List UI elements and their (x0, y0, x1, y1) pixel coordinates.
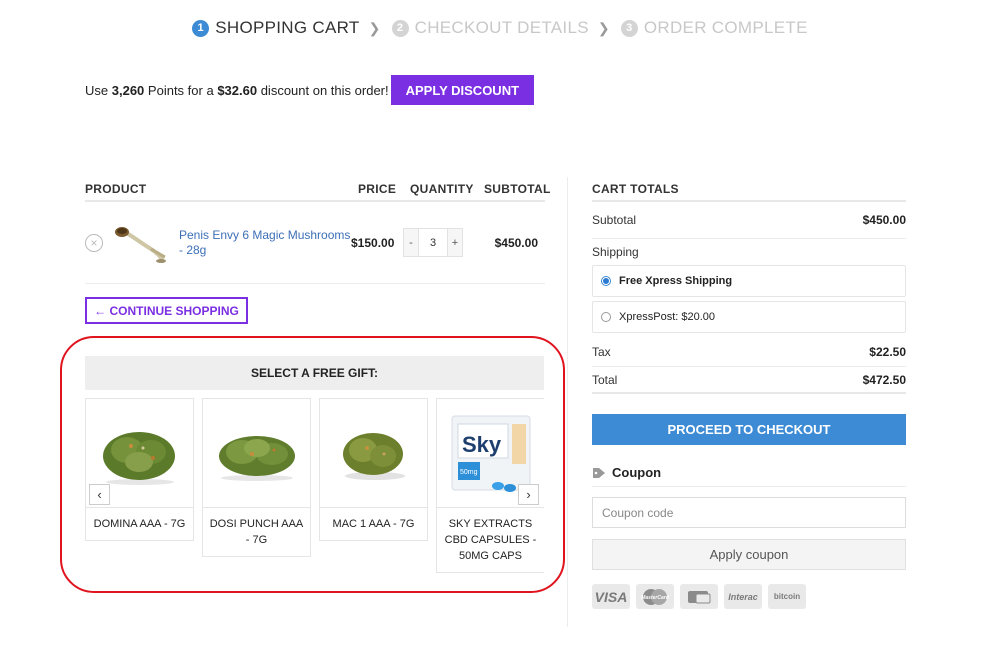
cart-table: PRODUCT PRICE QUANTITY SUBTOTAL × Penis … (85, 177, 551, 284)
cannabis-bud-image (102, 432, 175, 485)
cart-table-header: PRODUCT PRICE QUANTITY SUBTOTAL (85, 177, 551, 202)
proceed-to-checkout-button[interactable]: PROCEED TO CHECKOUT (592, 414, 906, 445)
points-text-suffix: discount on this order! (260, 82, 389, 98)
cart-totals: CART TOTALS Subtotal $450.00 Shipping Fr… (592, 177, 906, 609)
radio-selected-icon[interactable] (601, 276, 611, 286)
product-price: $150.00 (351, 235, 395, 250)
gift-card-mac-1[interactable]: MAC 1 AAA - 7G (319, 398, 428, 541)
remove-item-icon[interactable]: × (85, 233, 103, 252)
sky-mg-text: 50mg (460, 469, 478, 476)
chevron-right-icon: ❯ (368, 19, 381, 36)
total-row: Total $472.50 (592, 367, 906, 394)
cannabis-bud-image (218, 436, 295, 481)
etransfer-icon (680, 584, 718, 609)
header-subtotal: SUBTOTAL (484, 181, 551, 196)
gift-card-domina[interactable]: DOMINA AAA - 7G (85, 398, 194, 541)
total-value: $472.50 (862, 372, 906, 387)
coupon-header: Coupon (592, 459, 906, 487)
shipping-option-price: $20.00 (681, 311, 716, 323)
shipping-option-label: Free Xpress Shipping (619, 275, 733, 287)
step-label: ORDER COMPLETE (643, 18, 808, 37)
gift-title: SELECT A FREE GIFT: (85, 356, 544, 390)
tax-row: Tax $22.50 (592, 337, 906, 367)
chevron-left-icon[interactable]: ‹ (89, 484, 110, 505)
gift-carousel: DOMINA AAA - 7G DOSI PUNCH AAA - 7G MAC … (85, 398, 544, 578)
apply-discount-button[interactable]: APPLY DISCOUNT (390, 75, 535, 105)
coupon-code-input[interactable]: Coupon code (592, 497, 906, 528)
gift-name: DOMINA AAA - 7G (93, 518, 186, 530)
points-amount: 3,260 (111, 82, 145, 98)
checkout-steps: 1 SHOPPING CART ❯ 2 CHECKOUT DETAILS ❯ 3… (0, 18, 1000, 38)
header-price: PRICE (358, 181, 397, 196)
etransfer-logo (688, 590, 711, 603)
quantity-decrease-button[interactable]: - (403, 228, 419, 257)
coupon-title: Coupon (612, 465, 662, 480)
points-text-use: Use (85, 82, 109, 98)
points-text-for: Points for a (147, 82, 214, 98)
sky-logo-text: Sky (462, 432, 502, 457)
total-label: Total (592, 372, 618, 387)
shipping-option-xpresspost[interactable]: XpressPost: $20.00 (592, 301, 906, 333)
quantity-increase-button[interactable]: + (447, 228, 463, 257)
column-divider (567, 177, 568, 627)
step-number: 2 (391, 19, 409, 37)
quantity-input[interactable]: 3 (419, 228, 447, 257)
mastercard-icon: MasterCard (636, 584, 674, 609)
subtotal-label: Subtotal (592, 213, 637, 227)
mastercard-logo: MasterCard (641, 588, 670, 605)
points-banner: Use 3,260 Points for a $32.60 discount o… (85, 75, 535, 105)
step-number: 1 (192, 19, 210, 37)
step-checkout-details[interactable]: 2 CHECKOUT DETAILS (391, 18, 589, 38)
step-label: CHECKOUT DETAILS (414, 18, 589, 37)
mastercard-text: MasterCard (641, 595, 669, 601)
gift-name: SKY EXTRACTS CBD CAPSULES - 50MG CAPS (444, 518, 537, 562)
apply-coupon-button[interactable]: Apply coupon (592, 539, 906, 570)
visa-icon: VISA (592, 584, 630, 609)
interac-icon: Interac (724, 584, 762, 609)
gift-image (203, 399, 310, 508)
bitcoin-icon: bitcoin (768, 584, 806, 609)
step-number: 3 (620, 19, 638, 37)
payment-methods: VISA MasterCard Interac bitcoin (592, 584, 906, 609)
step-order-complete: 3 ORDER COMPLETE (620, 18, 808, 38)
header-quantity: QUANTITY (410, 181, 474, 196)
tag-icon (593, 467, 605, 478)
tax-value: $22.50 (869, 344, 906, 359)
shipping-option-free[interactable]: Free Xpress Shipping (592, 265, 906, 297)
step-shopping-cart[interactable]: 1 SHOPPING CART (192, 18, 359, 38)
subtotal-value: $450.00 (862, 213, 906, 227)
gift-name: MAC 1 AAA - 7G (332, 518, 415, 530)
shipping-option-label: XpressPost: (619, 311, 679, 323)
shipping-label: Shipping (592, 245, 639, 259)
step-label: SHOPPING CART (215, 18, 360, 37)
product-thumbnail[interactable] (111, 221, 171, 265)
header-product: PRODUCT (85, 181, 147, 196)
gift-image (320, 399, 427, 508)
cannabis-bud-image (342, 433, 405, 480)
product-name-link[interactable]: Penis Envy 6 Magic Mushrooms - 28g (179, 228, 351, 258)
chevron-right-icon: ❯ (597, 19, 610, 36)
gift-name: DOSI PUNCH AAA - 7G (209, 518, 304, 546)
chevron-right-icon[interactable]: › (518, 484, 539, 505)
cart-totals-title: CART TOTALS (592, 177, 906, 202)
points-discount: $32.60 (217, 82, 258, 98)
quantity-stepper: - 3 + (403, 228, 477, 257)
table-row: × Penis Envy 6 Magic Mushrooms - 28g $15… (85, 202, 545, 284)
gift-card-dosi-punch[interactable]: DOSI PUNCH AAA - 7G (202, 398, 311, 557)
continue-shopping-button[interactable]: ← CONTINUE SHOPPING (85, 297, 248, 324)
product-subtotal: $450.00 (494, 235, 538, 250)
tax-label: Tax (592, 344, 611, 359)
radio-unselected-icon[interactable] (601, 312, 611, 322)
subtotal-row: Subtotal $450.00 (592, 202, 906, 239)
